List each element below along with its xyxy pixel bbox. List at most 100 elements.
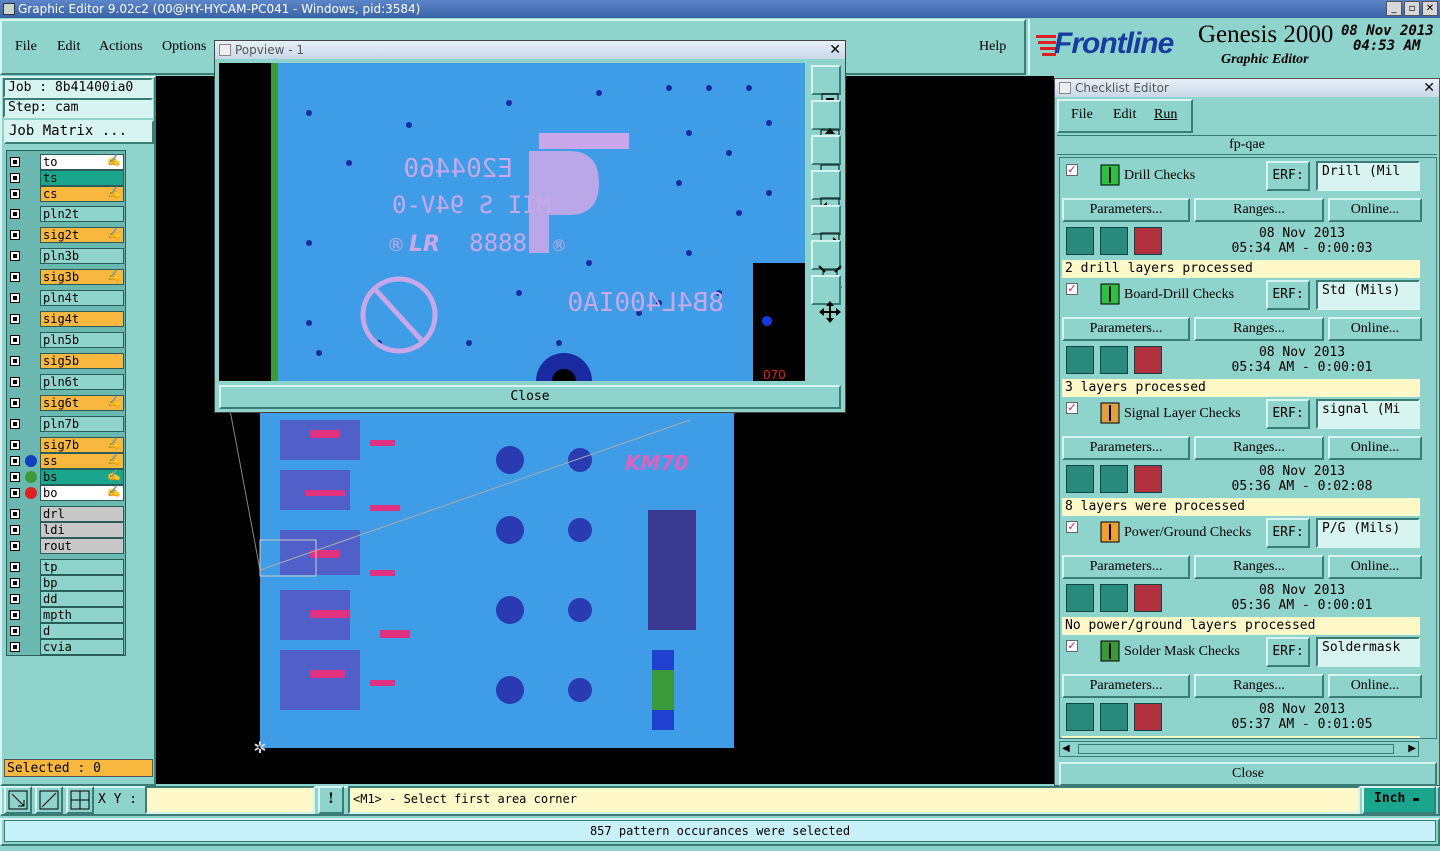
layer-checkbox[interactable] [10,525,20,535]
scroll-right-icon[interactable]: ▶ [1408,743,1416,754]
ranges-button[interactable]: Ranges... [1194,436,1324,460]
layer-checkbox[interactable] [10,541,20,551]
xy-input[interactable] [145,786,315,814]
layer-checkbox[interactable] [10,251,20,261]
select-tool-button[interactable] [4,786,32,814]
check-enabled-checkbox[interactable]: ✓ [1066,283,1078,295]
menu-edit[interactable]: Edit [57,39,80,55]
measure-tool-button[interactable] [35,786,63,814]
run-check-icon[interactable] [1066,465,1094,493]
menu-help[interactable]: Help [979,39,1006,55]
layer-checkbox[interactable] [10,440,20,450]
ranges-button[interactable]: Ranges... [1194,317,1324,341]
layer-checkbox[interactable] [10,173,20,183]
layer-row-sig4t[interactable]: sig4t [6,311,124,327]
menu-actions[interactable]: Actions [99,39,143,55]
pan-up-button[interactable] [811,100,841,145]
parameters-button[interactable]: Parameters... [1062,317,1190,341]
layer-name[interactable]: drl [40,506,124,522]
layer-checkbox[interactable] [10,230,20,240]
scroll-thumb[interactable] [1078,744,1394,754]
stop-check-icon[interactable] [1134,346,1162,374]
online-button[interactable]: Online... [1328,555,1422,579]
layer-row-pln7b[interactable]: pln7b [6,416,124,432]
layer-row-sig7b[interactable]: sig7b ✍ [6,437,124,453]
layer-row-sig3b[interactable]: sig3b ✍ [6,269,124,285]
online-button[interactable]: Online... [1328,436,1422,460]
scroll-left-icon[interactable]: ◀ [1062,743,1070,754]
check-enabled-checkbox[interactable]: ✓ [1066,402,1078,414]
layer-name[interactable]: sig5b [40,353,124,369]
layer-row-to[interactable]: to ✍ [6,154,124,170]
layer-row-pln4t[interactable]: pln4t [6,290,124,306]
erf-button[interactable]: ERF: [1266,518,1310,548]
layer-row-drl[interactable]: drl [6,506,124,522]
zoom-home-button[interactable] [811,275,841,323]
erf-button[interactable]: ERF: [1266,399,1310,429]
layer-checkbox[interactable] [10,356,20,366]
run-check-icon[interactable] [1066,346,1094,374]
close-icon[interactable]: ✕ [1422,1,1438,16]
layer-row-dd[interactable]: dd [6,591,124,607]
run-check-icon[interactable] [1066,227,1094,255]
checklist-menu-run[interactable]: Run [1154,107,1177,123]
maximize-icon[interactable]: ▫ [1404,1,1420,16]
pan-left-button[interactable] [811,170,841,217]
layer-name[interactable]: dd [40,591,124,607]
parameters-button[interactable]: Parameters... [1062,674,1190,698]
run-check-icon[interactable] [1066,584,1094,612]
check-enabled-checkbox[interactable]: ✓ [1066,164,1078,176]
popview-close-button[interactable]: Close [219,385,841,409]
online-button[interactable]: Online... [1328,317,1422,341]
zoom-fit-button[interactable] [811,240,842,289]
layer-row-pln6t[interactable]: pln6t [6,374,124,390]
layer-row-mpth[interactable]: mpth [6,607,124,623]
layer-checkbox[interactable] [10,456,20,466]
layer-affected-dot[interactable] [25,487,37,499]
layer-name[interactable]: bp [40,575,124,591]
alert-icon[interactable]: ! [318,786,344,814]
layer-checkbox[interactable] [10,398,20,408]
erf-value[interactable]: P/G (Mils) [1316,518,1420,548]
checklist-close-icon[interactable]: ✕ [1423,79,1435,97]
layer-checkbox[interactable] [10,626,20,636]
erf-value[interactable]: Std (Mils) [1316,280,1420,310]
layer-checkbox[interactable] [10,157,20,167]
layer-checkbox[interactable] [10,293,20,303]
layer-name[interactable]: pln5b [40,332,124,348]
stop-check-icon[interactable] [1134,584,1162,612]
popview-close-icon[interactable]: ✕ [829,41,841,59]
layer-checkbox[interactable] [10,509,20,519]
zoom-in-button[interactable] [811,65,841,111]
stop-check-icon[interactable] [1134,465,1162,493]
layer-row-sig2t[interactable]: sig2t ✍ [6,227,124,243]
layer-row-bo[interactable]: bo ✍ [6,485,124,501]
layer-row-cvia[interactable]: cvia [6,639,124,655]
layer-checkbox[interactable] [10,272,20,282]
popview-canvas[interactable]: E204460 MII S 94V-0 8888 8B4L400IA0 ® LR… [219,63,805,381]
layer-row-sig5b[interactable]: sig5b [6,353,124,369]
run-check-options-icon[interactable] [1100,703,1128,731]
layer-row-bs[interactable]: bs ✍ [6,469,124,485]
layer-row-ts[interactable]: ts [6,170,124,186]
pcb-graphic[interactable]: KM70 [220,380,740,760]
layer-name[interactable]: mpth [40,607,124,623]
run-check-icon[interactable] [1066,703,1094,731]
layer-affected-dot[interactable] [25,471,37,483]
layer-row-pln2t[interactable]: pln2t [6,206,124,222]
layer-checkbox[interactable] [10,377,20,387]
check-enabled-checkbox[interactable]: ✓ [1066,521,1078,533]
layer-checkbox[interactable] [10,335,20,345]
layer-checkbox[interactable] [10,419,20,429]
stop-check-icon[interactable] [1134,703,1162,731]
horizontal-scrollbar[interactable]: ◀ ▶ [1059,741,1419,757]
check-enabled-checkbox[interactable]: ✓ [1066,640,1078,652]
erf-value[interactable]: signal (Mi [1316,399,1420,429]
layer-checkbox[interactable] [10,594,20,604]
layer-checkbox[interactable] [10,642,20,652]
layer-checkbox[interactable] [10,578,20,588]
layer-name[interactable]: pln3b [40,248,124,264]
layer-name[interactable]: cvia [40,639,124,655]
layer-checkbox[interactable] [10,488,20,498]
layer-name[interactable]: ts [40,170,124,186]
